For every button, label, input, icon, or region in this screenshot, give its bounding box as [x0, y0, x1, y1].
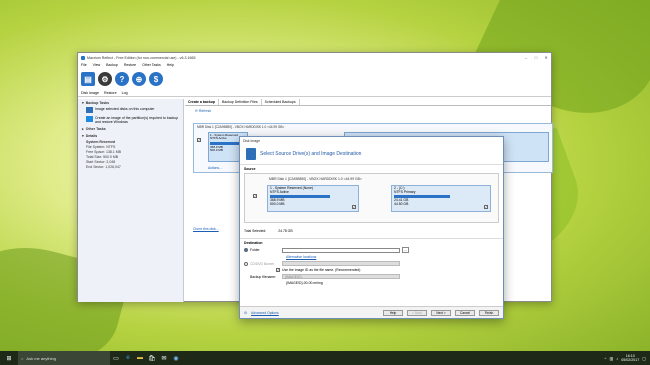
dialog-header: Select Source Drive(s) and Image Destina… [240, 144, 503, 165]
title-bar: Macrium Reflect - Free Edition (for non-… [78, 53, 551, 62]
view-tabs: Disk Image Restore Log [78, 90, 551, 97]
disk-image-dialog: Disk Image Select Source Drive(s) and Im… [239, 136, 504, 319]
network-icon[interactable]: ▥ [609, 356, 613, 361]
partition-2-checkbox[interactable]: ✓ [484, 205, 488, 209]
disk-image-icon[interactable]: ▤ [81, 72, 95, 86]
dialog-title: Disk Image [243, 138, 260, 143]
tab-definition-files[interactable]: Backup Definition Files [219, 99, 262, 105]
source-disk-header: MBR Disk 1 [C2A9B890] - VBOX HARDDISK 1.… [269, 177, 362, 181]
search-box[interactable]: ○ Ask me anything [18, 351, 110, 365]
taskbar: ⊞ ○ Ask me anything ▭ e ▬ 🛍 ✉ ◉ ^ ▥ ♪ 16… [0, 351, 650, 365]
destination-label: Destination [244, 241, 263, 245]
clone-disk-link[interactable]: Clone this disk... [193, 227, 219, 231]
backup-filename-input[interactable]: {IMAGEID} [282, 274, 400, 279]
monitor-icon [86, 107, 93, 113]
menu-other-tasks[interactable]: Other Tasks [142, 63, 161, 67]
clock[interactable]: 16:10 05/02/2017 [621, 354, 639, 362]
backup-filename-label: Backup filename: [250, 274, 277, 279]
tab-disk-image[interactable]: Disk Image [81, 91, 99, 95]
search-icon: ○ [21, 355, 24, 361]
finish-button[interactable]: Finish [479, 309, 499, 316]
cancel-button[interactable]: Cancel [455, 309, 475, 316]
backup-tasks-header[interactable]: ▾ Backup Tasks [82, 101, 179, 105]
browse-button[interactable]: … [402, 247, 410, 253]
maximize-button[interactable]: □ [531, 55, 541, 60]
details-header[interactable]: ▾ Details [82, 134, 179, 138]
tab-scheduled-backups[interactable]: Scheduled Backups [262, 99, 300, 105]
store-icon[interactable]: 🛍 [146, 351, 158, 365]
chevron-up-icon[interactable]: ^ [605, 356, 607, 361]
mail-icon[interactable]: ✉ [158, 351, 170, 365]
source-box: MBR Disk 1 [C2A9B890] - VBOX HARDDISK 1.… [244, 173, 499, 223]
folder-label: Folder [250, 248, 260, 252]
task-image-disks[interactable]: Image selected disks on this computer [86, 107, 179, 113]
use-image-id-checkbox[interactable]: ✓ [276, 268, 280, 272]
other-tasks-header[interactable]: ▸ Other Tasks [82, 127, 179, 131]
back-button[interactable]: < Back [407, 309, 427, 316]
folder-radio[interactable] [244, 248, 248, 252]
search-placeholder: Ask me anything [26, 355, 56, 361]
window-title: Macrium Reflect - Free Edition (for non-… [87, 55, 196, 60]
menu-view[interactable]: View [93, 63, 101, 67]
alternative-locations-link[interactable]: Alternative locations [286, 255, 316, 259]
refresh-link[interactable]: ⟳ Refresh [195, 109, 541, 113]
next-button[interactable]: Next > [431, 309, 451, 316]
partition-1-checkbox[interactable]: ✓ [352, 205, 356, 209]
help-icon[interactable]: ? [115, 72, 129, 86]
details-panel: System Reserved File System: NTFS Free S… [86, 140, 179, 170]
left-pane: ▾ Backup Tasks Image selected disks on t… [78, 99, 184, 302]
macrium-icon[interactable]: ◉ [170, 351, 182, 365]
tab-create-backup[interactable]: Create a backup [185, 99, 220, 105]
total-selected: Total Selected: 24.78 GB [244, 229, 293, 233]
toolbar: ▤ ⚙ ? ⊕ $ [78, 68, 551, 90]
restore-icon[interactable]: ⚙ [98, 72, 112, 86]
windows-icon [86, 116, 93, 122]
notification-icon[interactable]: ▢ [642, 356, 646, 361]
advanced-options-link[interactable]: Advanced Options [251, 311, 279, 315]
volume-icon[interactable]: ♪ [616, 356, 618, 361]
minimize-button[interactable]: – [521, 55, 531, 60]
start-button[interactable]: ⊞ [0, 355, 18, 362]
tab-restore[interactable]: Restore [104, 91, 117, 95]
menu-help[interactable]: Help [167, 63, 174, 67]
advanced-options-icon: ⚙ [244, 310, 248, 315]
menu-restore[interactable]: Restore [124, 63, 136, 67]
buy-icon[interactable]: $ [149, 72, 163, 86]
file-explorer-icon[interactable]: ▬ [134, 351, 146, 365]
dialog-footer: ⚙ Advanced Options Help < Back Next > Ca… [240, 306, 503, 318]
harddisk-icon [246, 148, 256, 160]
tab-log[interactable]: Log [122, 91, 128, 95]
source-label: Source [244, 167, 256, 171]
source-partition-2[interactable]: 2 - (C:) NTFS Primary 24.41 GB 44.50 GB … [391, 185, 491, 212]
dialog-heading: Select Source Drive(s) and Image Destina… [260, 151, 362, 157]
task-image-windows[interactable]: Create an image of the partition(s) requ… [86, 116, 179, 124]
close-button[interactable]: ✕ [541, 55, 551, 60]
edge-icon[interactable]: e [122, 351, 134, 365]
destination-section: Destination Folder … Alternative locatio… [240, 238, 503, 289]
app-icon [81, 55, 85, 60]
cd-burner-radio[interactable] [244, 261, 248, 266]
cd-burner-label: CD/DVD Burner [250, 261, 275, 266]
menu-backup[interactable]: Backup [106, 63, 118, 67]
use-image-id-label: Use the Image ID as the file name. (Reco… [282, 268, 361, 272]
source-partition-1[interactable]: 1 - System Reserved (None) NTFS Active 3… [267, 185, 359, 212]
system-tray: ^ ▥ ♪ 16:10 05/02/2017 ▢ [605, 354, 650, 362]
web-icon[interactable]: ⊕ [132, 72, 146, 86]
menu-file[interactable]: File [81, 63, 87, 67]
task-view-icon[interactable]: ▭ [110, 351, 122, 365]
actions-link[interactable]: Actions... [208, 166, 222, 170]
disk-header: MBR Disk 1 [C2A9B890] - VBOX HARDDISK 1.… [197, 125, 285, 129]
disk-checkbox[interactable]: ✓ [197, 138, 201, 142]
folder-input[interactable] [282, 247, 400, 253]
filename-preview: {IMAGEID}-00-00.mrimg [286, 281, 323, 285]
backup-tabs: Create a backup Backup Definition Files … [185, 99, 551, 106]
detail-line: End Sector: 1,026,047 [86, 165, 121, 169]
source-disk-checkbox[interactable]: ✓ [253, 194, 257, 198]
cd-burner-select[interactable] [282, 261, 400, 266]
help-button[interactable]: Help [383, 309, 403, 316]
